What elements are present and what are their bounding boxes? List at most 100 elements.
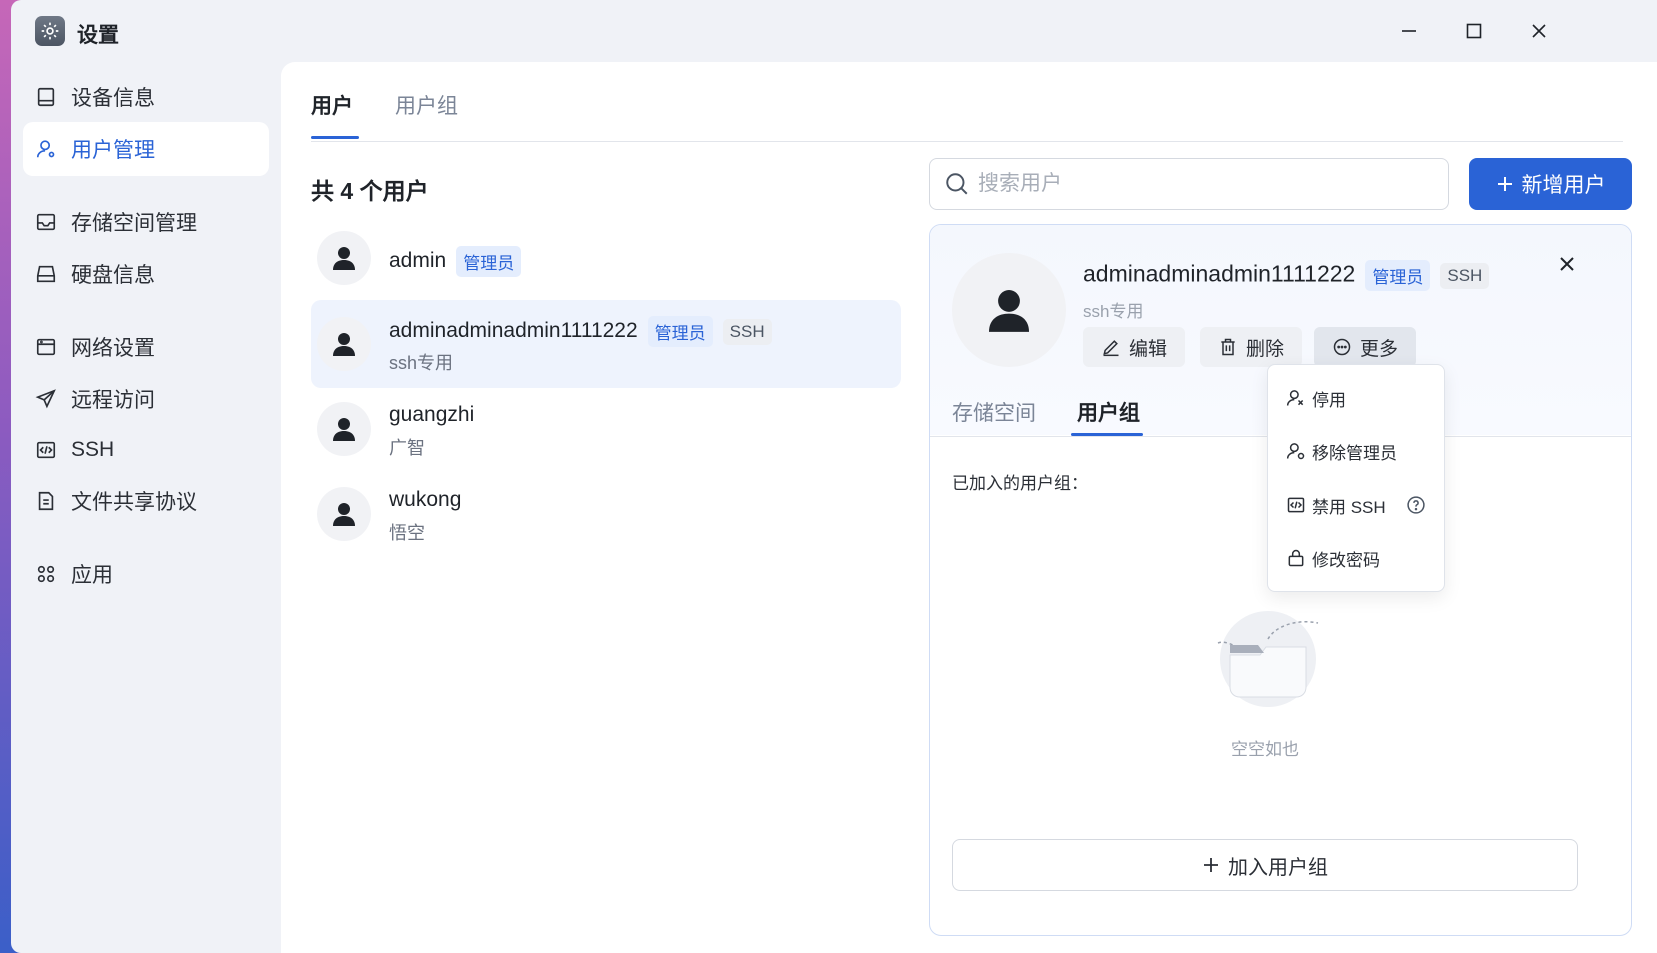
sidebar-item-device-info[interactable]: 设备信息 [23,70,269,124]
user-description: 广智 [389,438,425,458]
title-bar: 设置 [11,0,1657,62]
sidebar-item-user-management[interactable]: 用户管理 [23,122,269,176]
sidebar-item-label: 网络设置 [71,337,155,360]
top-tabs: 用户 用户组 [311,62,1623,142]
storage-icon [36,213,56,231]
help-icon[interactable] [1406,495,1426,515]
pencil-icon [1103,340,1119,357]
disk-icon [36,265,56,283]
plus-icon [1204,858,1218,872]
sidebar-item-label: 设备信息 [71,87,155,110]
edit-label: 编辑 [1129,338,1168,360]
sidebar-item-ssh[interactable]: SSH [23,423,269,477]
sidebar-item-storage[interactable]: 存储空间管理 [23,195,269,249]
sidebar-item-network[interactable]: 网络设置 [23,320,269,374]
avatar [317,487,371,541]
user-row-guangzhi[interactable]: guangzhi 广智 [311,385,901,473]
user-row-admin[interactable]: admin 管理员 [311,214,901,302]
maximize-button[interactable] [1459,16,1489,46]
sidebar-item-remote-access[interactable]: 远程访问 [23,372,269,426]
tab-storage[interactable]: 存储空间 [952,397,1036,427]
main-panel: 用户 用户组 共 4 个用户 admin 管理员 adminadminadmin1… [281,62,1657,953]
person-icon [333,333,355,356]
add-user-label: 新增用户 [1521,174,1606,197]
send-icon [35,389,56,409]
more-button[interactable]: 更多 [1314,327,1417,367]
active-tab-indicator [311,136,359,139]
ssh-badge: SSH [1440,262,1490,289]
user-name: admin [389,249,447,273]
menu-item-disable-ssh[interactable]: 禁用 SSH [1268,480,1444,530]
user-row-adminadminadmin[interactable]: adminadminadmin1111222 管理员 SSH ssh专用 [311,300,901,388]
close-button[interactable] [1524,16,1554,46]
sidebar: 设备信息 用户管理 存储空间管理 硬盘信息 网络设置 远程访问 SSH 文件共享… [11,62,281,953]
settings-window: 设置 设备信息 用户管理 存储空间管理 硬盘信息 网络设置 远程访问 SSH 文… [11,0,1657,953]
close-icon [1560,257,1574,271]
empty-folder-icon [1217,611,1319,707]
detail-name-line: adminadminadmin1111222 管理员 SSH [1083,260,1490,291]
empty-state-text: 空空如也 [1231,740,1299,759]
active-tab-indicator [1071,433,1143,436]
ssh-badge: SSH [722,318,772,345]
delete-button[interactable]: 删除 [1200,327,1303,367]
plus-icon [1497,177,1512,191]
menu-item-label: 修改密码 [1312,550,1380,570]
sidebar-item-apps[interactable]: 应用 [23,547,269,601]
user-description: ssh专用 [389,353,454,373]
tab-users[interactable]: 用户 [311,90,353,120]
admin-badge: 管理员 [647,316,713,347]
user-name-line: adminadminadmin1111222 管理员 SSH [389,316,772,347]
code-icon [36,441,56,459]
join-group-label: 加入用户组 [1228,856,1328,879]
sidebar-item-label: SSH [71,438,115,461]
add-user-button[interactable]: 新增用户 [1469,158,1632,210]
close-detail-button[interactable] [1552,249,1582,279]
more-menu: 停用 移除管理员 禁用 SSH 修改密码 [1267,364,1445,592]
admin-badge: 管理员 [456,246,522,277]
search-input[interactable] [978,172,1418,196]
sidebar-item-label: 远程访问 [71,389,155,412]
sidebar-item-label: 应用 [71,564,113,587]
user-name: guangzhi [389,403,475,426]
search-icon [946,173,968,195]
menu-item-change-password[interactable]: 修改密码 [1268,533,1444,583]
close-icon [1532,24,1546,38]
tab-user-groups[interactable]: 用户组 [1077,397,1140,427]
sidebar-item-file-sharing[interactable]: 文件共享协议 [23,474,269,528]
user-row-wukong[interactable]: wukong 悟空 [311,470,901,558]
avatar [317,317,371,371]
search-box [929,158,1449,210]
tab-user-groups[interactable]: 用户组 [395,90,458,120]
person-icon [989,290,1029,332]
lock-icon [1288,549,1304,567]
user-admin-icon [1286,443,1305,460]
window-title: 设置 [77,24,119,47]
sidebar-item-label: 文件共享协议 [71,491,197,514]
more-label: 更多 [1360,338,1399,360]
join-group-button[interactable]: 加入用户组 [952,839,1578,891]
avatar [317,402,371,456]
person-icon [333,247,355,270]
delete-label: 删除 [1246,338,1285,360]
sidebar-item-label: 存储空间管理 [71,212,197,235]
avatar [317,231,371,285]
edit-button[interactable]: 编辑 [1083,327,1186,367]
user-icon [36,140,55,158]
file-icon [38,491,54,511]
sidebar-item-disk-info[interactable]: 硬盘信息 [23,247,269,301]
menu-item-remove-admin[interactable]: 移除管理员 [1268,426,1444,476]
more-icon [1333,338,1351,356]
network-icon [36,338,56,356]
detail-user-description: ssh专用 [1083,302,1144,321]
joined-groups-label: 已加入的用户组： [952,474,1088,493]
minimize-icon [1402,30,1416,32]
user-name-line: admin 管理员 [389,246,522,277]
trash-icon [1221,338,1235,356]
maximize-icon [1466,23,1482,39]
menu-item-label: 移除管理员 [1312,443,1397,463]
gear-icon [35,16,65,46]
person-icon [333,503,355,526]
menu-item-disable[interactable]: 停用 [1268,373,1444,423]
apps-icon [37,565,55,583]
minimize-button[interactable] [1394,16,1424,46]
